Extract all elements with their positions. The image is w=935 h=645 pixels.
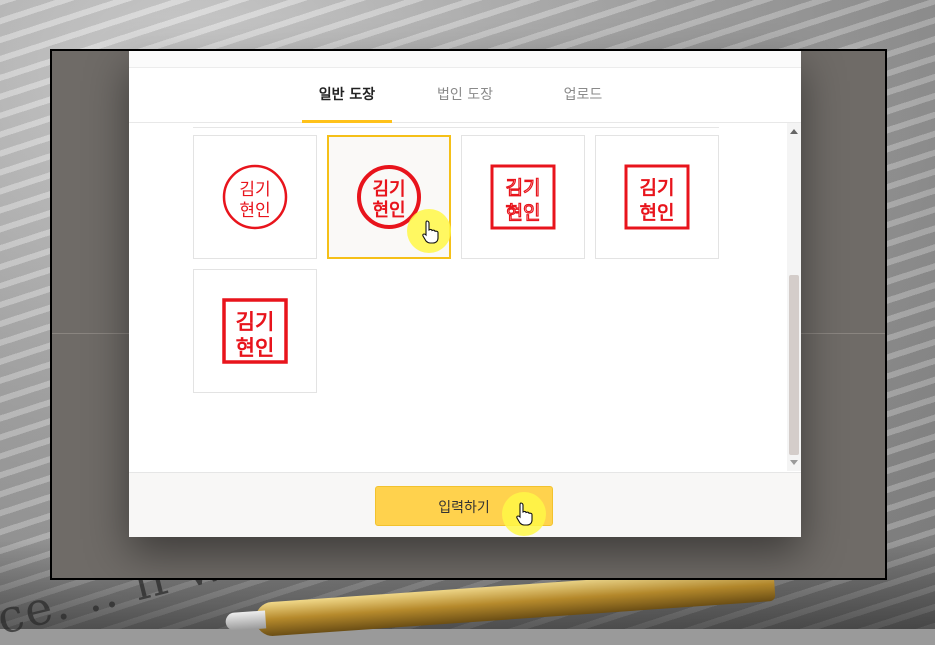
stamp-4-line-1: 김기 [640,177,675,199]
stamp-option-4[interactable]: 김기 현인 [595,135,719,259]
stamp-grid: 김기 현인 김기 현인 김기 현인 김기 현인 김기 현인 [193,135,733,393]
stamp-3-line-1: 김기 [506,177,541,199]
stamp-5-line-1: 김기 [236,310,275,334]
hand-pointer-icon [516,502,533,526]
previous-row-edge [193,123,719,128]
stamp-tabs: 일반 도장 법인 도장 업로드 [129,68,801,123]
stamp-2-line-2: 현인 [372,200,405,221]
app-window: 일반 도장 법인 도장 업로드 김기 현인 김기 현인 김기 현인 김기 현인 … [50,49,887,580]
stamp-4-line-2: 현인 [640,202,675,224]
tab-general-stamp[interactable]: 일반 도장 [288,68,406,123]
stamp-option-5[interactable]: 김기 현인 [193,269,317,393]
dialog-header [129,51,801,68]
stamp-3-line-2: 현인 [506,202,541,224]
dialog-footer: 입력하기 [129,472,801,537]
stamp-list-scrollbar[interactable] [787,123,801,471]
stamp-list: 김기 현인 김기 현인 김기 현인 김기 현인 김기 현인 [129,123,801,471]
scrollbar-thumb[interactable] [789,275,799,455]
tab-upload[interactable]: 업로드 [524,68,642,122]
scroll-up-arrow-icon[interactable] [790,129,798,134]
tab-corporate-stamp[interactable]: 법인 도장 [406,68,524,122]
scroll-down-arrow-icon[interactable] [790,460,798,465]
seal-script-stamp-icon: 김기 현인 [490,164,556,230]
stamp-1-line-1: 김기 [239,180,270,200]
stamp-option-1[interactable]: 김기 현인 [193,135,317,259]
square-stamp-icon: 김기 현인 [624,164,690,230]
round-stamp-icon: 김기 현인 [222,164,288,230]
stamp-option-3[interactable]: 김기 현인 [461,135,585,259]
stamp-dialog: 일반 도장 법인 도장 업로드 김기 현인 김기 현인 김기 현인 김기 현인 … [129,51,801,537]
stamp-5-line-2: 현인 [236,336,275,360]
stamp-1-line-2: 현인 [239,201,270,221]
stamp-2-line-1: 김기 [372,179,405,200]
hand-pointer-icon [422,220,439,244]
square-bold-stamp-icon: 김기 현인 [222,298,288,364]
